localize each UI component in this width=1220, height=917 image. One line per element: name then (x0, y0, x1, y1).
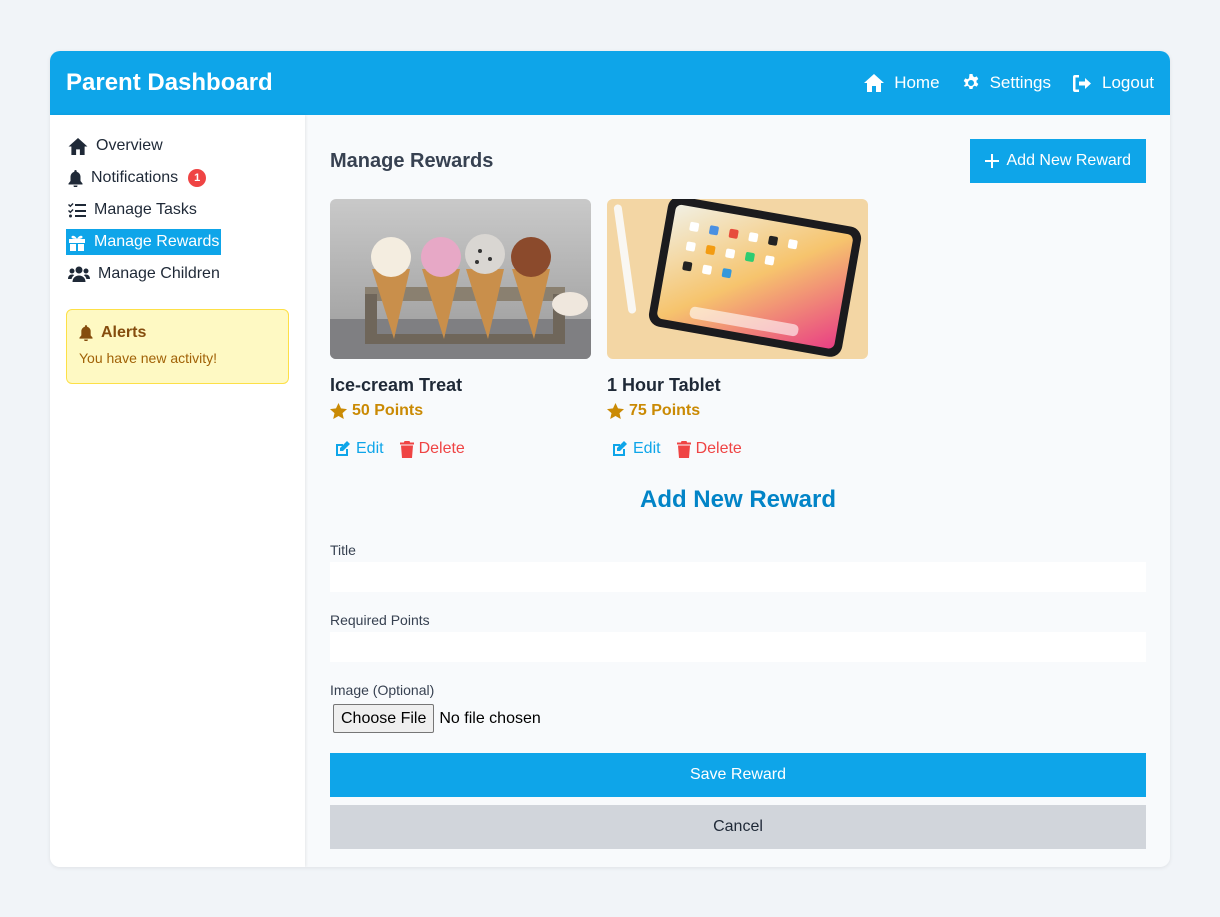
alerts-title: Alerts (79, 324, 276, 342)
reward-card: Ice-cream Treat 50 Points Edit Delete (330, 199, 591, 458)
delete-label: Delete (695, 440, 742, 457)
reward-title: Ice-cream Treat (330, 375, 463, 395)
nav-home-label: Home (894, 73, 940, 92)
add-new-reward-button[interactable]: Add New Reward (969, 139, 1146, 183)
reward-actions: Edit Delete (330, 440, 591, 458)
sidebar: Overview Notifications 1 Manage Tasks Ma… (50, 115, 305, 867)
main-header: Manage Rewards Add New Reward (330, 139, 1146, 183)
main-content: Manage Rewards Add New Reward Ice-cream … (330, 115, 1146, 867)
reward-points: 75 Points (607, 402, 868, 420)
tasks-icon (68, 202, 86, 217)
file-status: No file chosen (439, 709, 541, 727)
plus-icon (984, 154, 999, 168)
logout-icon (1073, 74, 1091, 92)
nav-home-link[interactable]: Home (864, 73, 940, 93)
nav-logout-label: Logout (1102, 73, 1154, 92)
home-icon (68, 137, 88, 155)
nav-settings-label: Settings (989, 73, 1051, 92)
add-new-reward-label: Add New Reward (1006, 152, 1132, 169)
edit-label: Edit (633, 440, 661, 457)
reward-card: 1 Hour Tablet 75 Points Edit Delete (607, 199, 868, 458)
app-window: Parent Dashboard Home Settings Logout Ov… (50, 51, 1170, 867)
reward-points: 50 Points (330, 402, 591, 420)
sidebar-item-manage-children[interactable]: Manage Children (66, 261, 222, 287)
gear-icon (963, 74, 978, 89)
reward-cards: Ice-cream Treat 50 Points Edit Delete 1 … (330, 199, 1146, 458)
nav-logout-link[interactable]: Logout (1073, 73, 1154, 93)
nav-settings-link[interactable]: Settings (962, 73, 1051, 93)
home-icon (864, 74, 885, 92)
bell-icon (79, 325, 93, 341)
cancel-button[interactable]: Cancel (330, 805, 1146, 849)
trash-icon (676, 440, 691, 458)
sidebar-item-label: Manage Rewards (94, 233, 220, 250)
ice-cream-cones-image (330, 199, 591, 359)
alerts-panel: Alerts You have new activity! (66, 309, 289, 384)
alerts-title-text: Alerts (101, 324, 147, 341)
title-label: Title (330, 542, 356, 558)
reward-points-text: 50 Points (352, 402, 424, 419)
reward-points-text: 75 Points (629, 402, 701, 419)
required-points-label: Required Points (330, 612, 430, 628)
sidebar-item-manage-tasks[interactable]: Manage Tasks (66, 197, 199, 223)
edit-reward-button[interactable]: Edit (334, 440, 384, 458)
edit-icon (613, 440, 627, 456)
image-label: Image (Optional) (330, 682, 435, 698)
bell-icon (68, 169, 83, 187)
file-picker: Choose File No file chosen (330, 704, 1146, 733)
delete-reward-button[interactable]: Delete (399, 440, 465, 458)
star-icon (330, 403, 347, 419)
delete-reward-button[interactable]: Delete (676, 440, 742, 458)
reward-actions: Edit Delete (607, 440, 868, 458)
sidebar-item-notifications[interactable]: Notifications 1 (66, 165, 208, 191)
alerts-message: You have new activity! (79, 350, 218, 366)
top-bar: Parent Dashboard Home Settings Logout (50, 51, 1170, 115)
trash-icon (399, 440, 414, 458)
users-icon (68, 266, 90, 282)
title-input[interactable] (330, 562, 1146, 592)
required-points-input[interactable] (330, 632, 1146, 662)
save-reward-button[interactable]: Save Reward (330, 753, 1146, 797)
edit-label: Edit (356, 440, 384, 457)
sidebar-item-manage-rewards[interactable]: Manage Rewards (66, 229, 222, 255)
gift-icon (69, 235, 85, 251)
notification-badge: 1 (188, 169, 207, 187)
tablet-image (607, 199, 868, 359)
app-title: Parent Dashboard (66, 69, 273, 96)
edit-reward-button[interactable]: Edit (611, 440, 661, 458)
sidebar-item-label: Overview (96, 137, 163, 154)
edit-icon (336, 440, 350, 456)
delete-label: Delete (418, 440, 465, 457)
sidebar-item-label: Manage Tasks (94, 201, 197, 218)
sidebar-item-label: Notifications (91, 169, 179, 186)
star-icon (607, 403, 624, 419)
page-title: Manage Rewards (330, 149, 494, 172)
form-heading: Add New Reward (639, 486, 837, 513)
choose-file-button[interactable]: Choose File (333, 704, 435, 733)
top-nav: Home Settings Logout (864, 73, 1154, 93)
sidebar-item-overview[interactable]: Overview (66, 133, 165, 159)
sidebar-item-label: Manage Children (98, 265, 220, 282)
reward-title: 1 Hour Tablet (607, 375, 721, 395)
